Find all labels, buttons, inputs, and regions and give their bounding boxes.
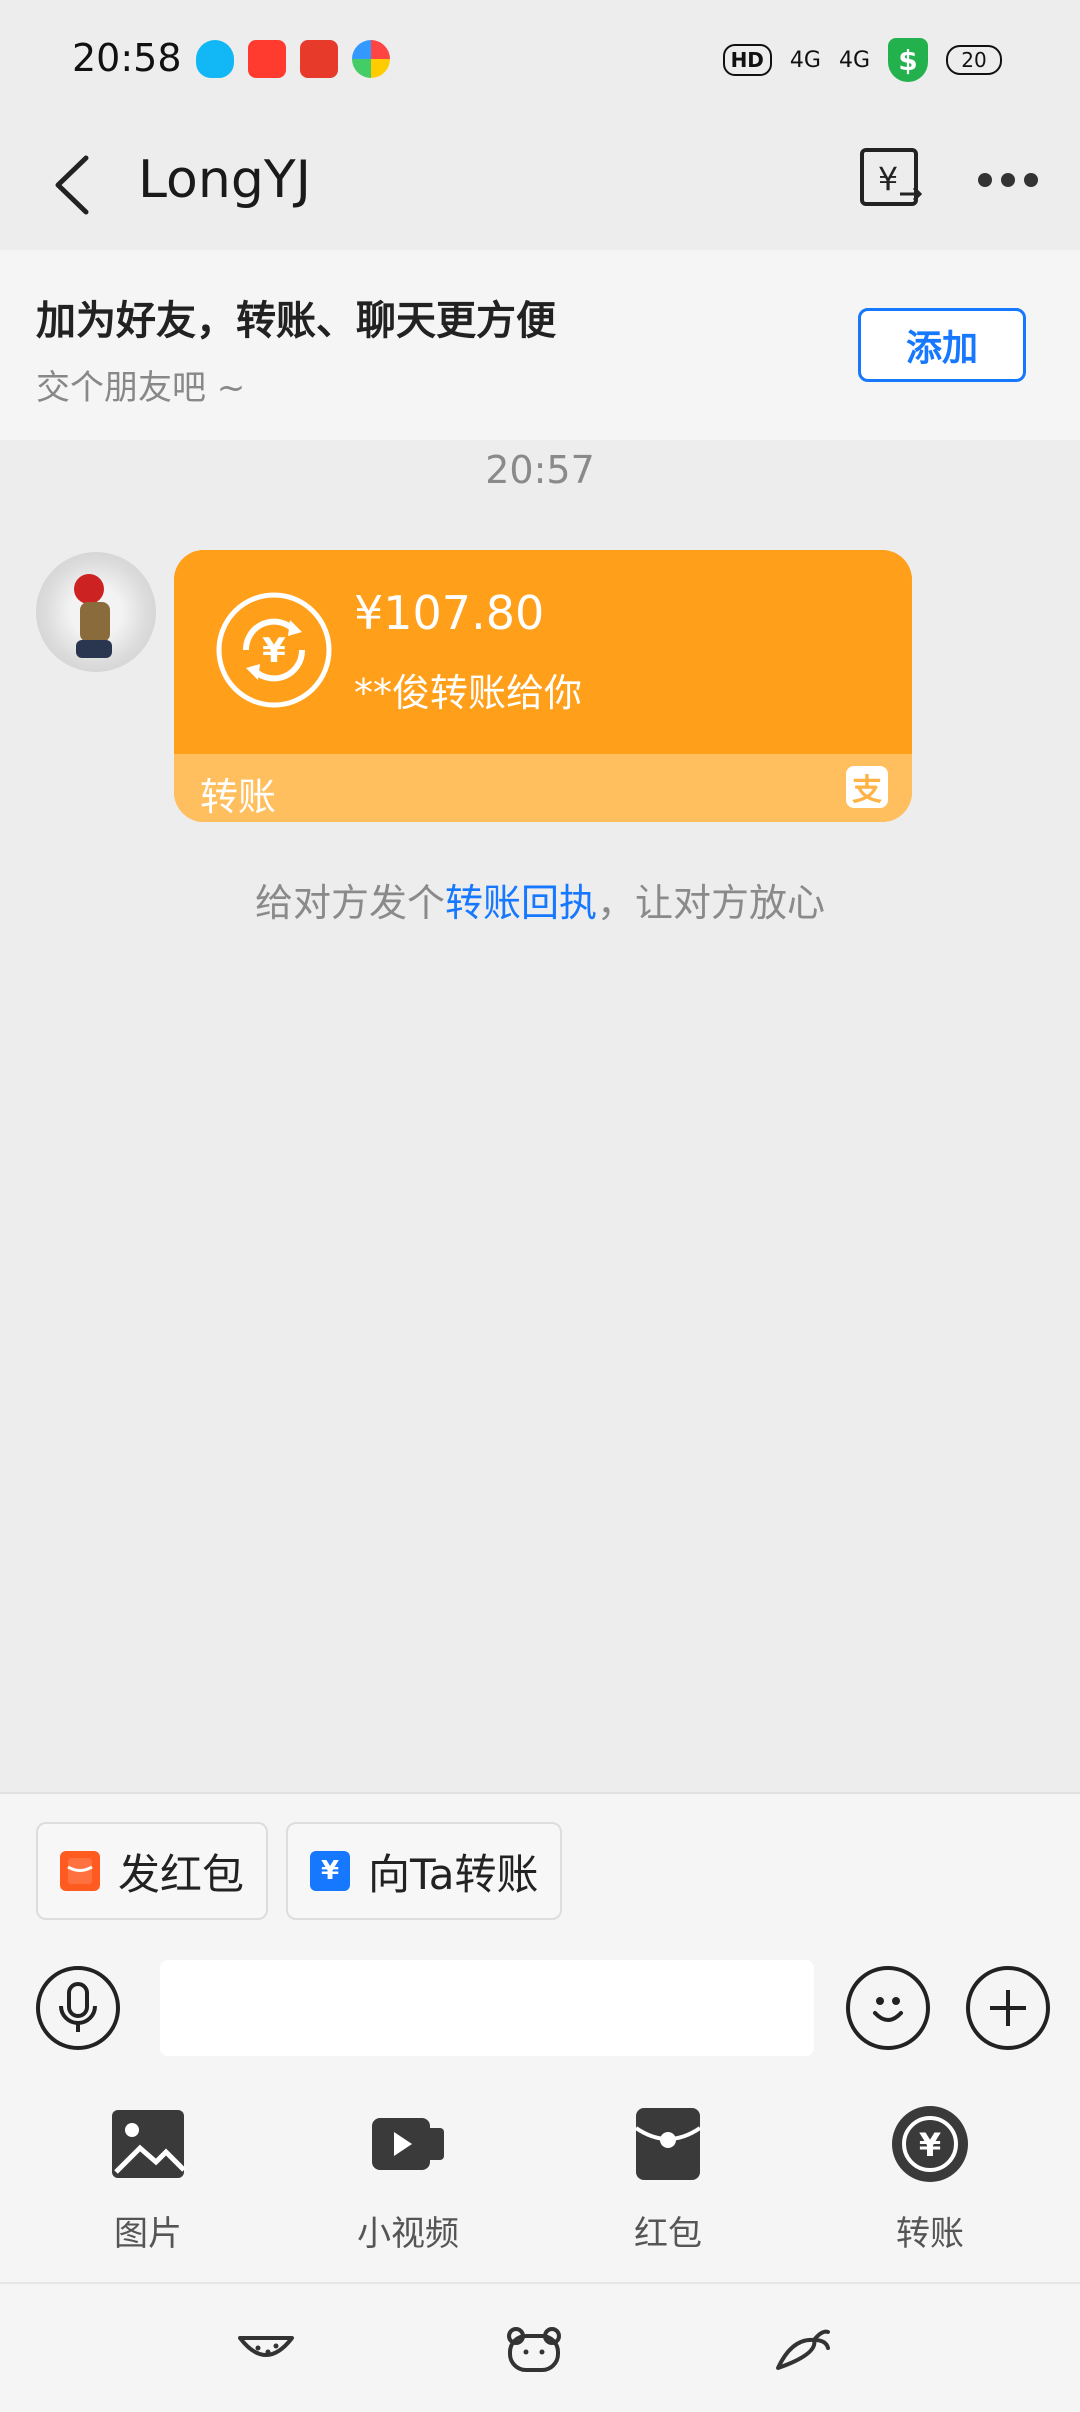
transfer-card-footer: 转账 支 — [174, 754, 912, 822]
receipt-tip-suffix: ，让对方放心 — [597, 881, 826, 925]
tool-label: 转账 — [896, 2214, 964, 2254]
tool-video[interactable]: 小视频 — [308, 2104, 508, 2255]
svg-text:¥: ¥ — [878, 160, 898, 198]
chat-title: LongYJ — [138, 150, 311, 210]
system-nav-bar — [0, 2282, 1080, 2412]
avatar[interactable] — [36, 552, 156, 672]
tool-label: 红包 — [634, 2214, 702, 2254]
transfer-description: **俊转账给你 — [354, 671, 583, 715]
svg-text:¥: ¥ — [262, 631, 286, 671]
image-icon — [112, 2110, 186, 2178]
plus-icon — [990, 1990, 1026, 2026]
add-friend-button[interactable]: 添加 — [858, 308, 1026, 382]
transfer-shortcut-button[interactable]: ¥ — [858, 146, 924, 212]
transfer-card-body: ¥ ¥107.80 **俊转账给你 — [174, 550, 912, 754]
notification-icons — [196, 40, 390, 78]
receipt-tip-prefix: 给对方发个 — [254, 881, 445, 925]
alipay-icon: 支 — [846, 766, 888, 808]
more-button[interactable] — [976, 160, 1040, 200]
red-packet-icon — [60, 1851, 100, 1891]
quick-actions: 发红包 ¥ 向Ta转账 — [36, 1822, 563, 1920]
security-shield-icon: $ — [888, 38, 928, 82]
system-status: HD 4G 4G $ 20 — [722, 38, 1002, 82]
status-bar: 20:58 HD 4G 4G $ 20 — [0, 0, 1080, 120]
tool-label: 图片 — [114, 2214, 182, 2254]
video-app-icon — [248, 40, 286, 78]
quick-action-label: 向Ta转账 — [368, 1849, 539, 1899]
more-tools-button[interactable] — [966, 1966, 1050, 2050]
status-time: 20:58 — [72, 36, 182, 80]
transfer-amount: ¥107.80 — [354, 586, 545, 640]
input-row — [0, 1954, 1080, 2064]
transfer-circle-icon: ¥ — [216, 592, 332, 708]
bear-face-icon — [507, 2327, 561, 2372]
tool-label: 小视频 — [357, 2214, 459, 2254]
transfer-receipt-link[interactable]: 转账回执 — [445, 881, 597, 925]
shopping-app-icon — [300, 40, 338, 78]
tool-red-packet[interactable]: 红包 — [568, 2104, 768, 2255]
yuan-transfer-icon: ¥ — [860, 148, 923, 206]
video-icon — [372, 2118, 444, 2170]
transfer-card-label: 转账 — [200, 775, 277, 819]
chevron-left-icon — [55, 155, 89, 215]
message-input[interactable] — [160, 1960, 814, 2056]
transfer-icon: ¥ — [892, 2106, 968, 2182]
smiley-icon — [873, 1997, 903, 2022]
banner-title: 加为好友，转账、聊天更方便 — [36, 298, 556, 344]
chat-header: LongYJ ¥ — [0, 120, 1080, 250]
voice-button[interactable] — [36, 1966, 120, 2050]
signal-4g-icon: 4G — [838, 47, 870, 73]
more-dots-icon — [978, 173, 992, 187]
qq-app-icon — [196, 40, 234, 78]
tools-row: 图片 小视频 红包 ¥ 转账 — [0, 2104, 1080, 2274]
transfer-message-card[interactable]: ¥ ¥107.80 **俊转账给你 转账 支 — [174, 550, 912, 822]
tool-image[interactable]: 图片 — [48, 2104, 248, 2255]
tool-transfer[interactable]: ¥ 转账 — [830, 2104, 1030, 2255]
send-red-packet-button[interactable]: 发红包 — [36, 1822, 269, 1920]
watermelon-icon — [238, 2336, 294, 2357]
svg-text:¥: ¥ — [919, 2126, 941, 2164]
message-timestamp: 20:57 — [485, 448, 595, 492]
transfer-yuan-icon: ¥ — [310, 1851, 351, 1891]
nav-home-button[interactable] — [504, 2324, 564, 2374]
quick-action-label: 发红包 — [118, 1849, 245, 1899]
back-button[interactable] — [46, 150, 106, 220]
hd-icon: HD — [722, 44, 772, 76]
nav-recents-button[interactable] — [772, 2324, 832, 2374]
emoji-button[interactable] — [846, 1966, 930, 2050]
transfer-to-user-button[interactable]: ¥ 向Ta转账 — [286, 1822, 563, 1920]
battery-icon: 20 — [946, 45, 1002, 75]
nav-back-button[interactable] — [236, 2324, 296, 2374]
receipt-tip: 给对方发个转账回执，让对方放心 — [0, 872, 1080, 927]
red-packet-icon — [634, 2108, 702, 2180]
add-friend-banner: 加为好友，转账、聊天更方便 交个朋友吧 ~ 添加 — [0, 250, 1080, 440]
signal-4g-icon: 4G — [789, 47, 821, 73]
microphone-icon — [59, 1982, 97, 2032]
carrot-icon — [776, 2329, 830, 2370]
banner-subtitle: 交个朋友吧 ~ — [36, 368, 246, 408]
bottom-panel: 发红包 ¥ 向Ta转账 图片 小视频 红包 ¥ 转账 — [0, 1792, 1080, 2282]
browser-app-icon — [352, 40, 390, 78]
